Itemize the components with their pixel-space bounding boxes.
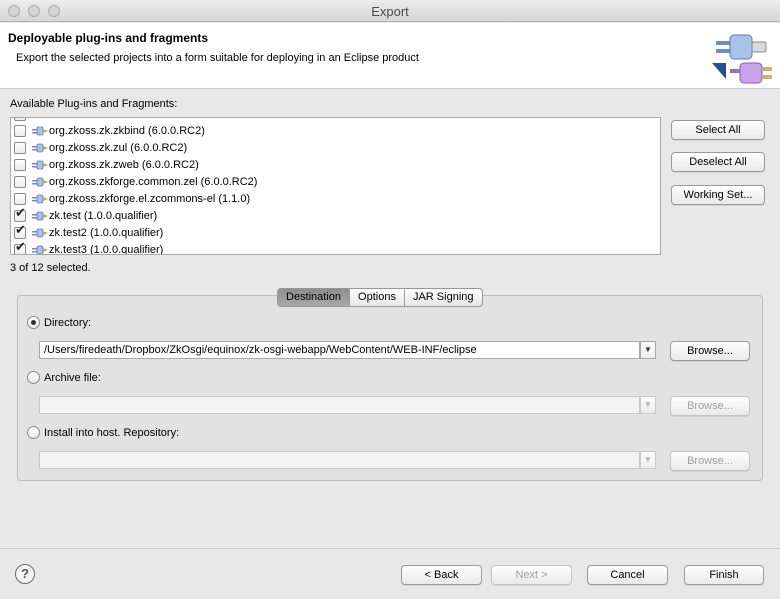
archive-dropdown-arrow[interactable]: ▼ — [640, 396, 656, 414]
plugin-icon — [32, 126, 48, 135]
list-item-label: org.zkoss.zkforge.common.zel (6.0.0.RC2) — [49, 175, 258, 188]
checkbox-checked[interactable]: ✔ — [14, 239, 26, 255]
list-item[interactable]: org.zkoss.zk.zweb (6.0.0.RC2) — [11, 156, 660, 173]
back-button[interactable]: < Back — [401, 565, 482, 585]
list-item[interactable]: ✔ zk.test2 (1.0.0.qualifier) — [11, 224, 660, 241]
install-repository-label: Install into host. Repository: — [44, 427, 180, 439]
working-set-button[interactable]: Working Set... — [671, 185, 765, 205]
list-item[interactable]: org.zkoss.zk.zkbind (6.0.0.RC2) — [11, 122, 660, 139]
list-item-label: zk.test2 (1.0.0.qualifier) — [49, 226, 164, 239]
list-item[interactable]: org.zkoss.zkforge.el.zcommons-el (1.1.0) — [11, 190, 660, 207]
tab-bar: Destination Options JAR Signing — [277, 288, 483, 307]
directory-combo[interactable]: /Users/firedeath/Dropbox/ZkOsgi/equinox/… — [39, 341, 640, 359]
plugin-list[interactable]: org.zkoss.zk.zkbind (6.0.0.RC2) org.zkos… — [10, 117, 661, 255]
next-button[interactable]: Next > — [491, 565, 572, 585]
list-item-label: zk.test (1.0.0.qualifier) — [49, 209, 158, 222]
window-titlebar: Export — [0, 0, 780, 22]
plugin-icon — [32, 143, 48, 152]
list-item[interactable]: ✔ zk.test3 (1.0.0.qualifier) — [11, 239, 660, 255]
check-mark-icon: ✔ — [15, 239, 26, 255]
radio-selected-dot — [31, 320, 36, 325]
select-all-button[interactable]: Select All — [671, 120, 765, 140]
directory-dropdown-arrow[interactable]: ▼ — [640, 341, 656, 359]
checkbox-checked[interactable]: ✔ — [14, 222, 26, 239]
checkbox[interactable] — [14, 141, 26, 154]
cancel-button[interactable]: Cancel — [587, 565, 668, 585]
repository-dropdown-arrow[interactable]: ▼ — [640, 451, 656, 469]
help-icon[interactable]: ? — [15, 564, 35, 584]
finish-button[interactable]: Finish — [684, 565, 764, 585]
directory-label: Directory: — [44, 317, 92, 329]
tab-options[interactable]: Options — [350, 289, 405, 306]
window-title: Export — [371, 4, 409, 19]
repository-browse-button[interactable]: Browse... — [670, 451, 750, 471]
plugin-icon — [32, 160, 48, 169]
list-item[interactable]: org.zkoss.zk.zul (6.0.0.RC2) — [11, 139, 660, 156]
check-mark-icon: ✔ — [15, 205, 26, 221]
deselect-all-button[interactable]: Deselect All — [671, 152, 765, 172]
repository-combo[interactable] — [39, 451, 640, 469]
list-item-label: zk.test3 (1.0.0.qualifier) — [49, 243, 164, 255]
checkbox[interactable] — [14, 118, 26, 121]
available-plugins-label: Available Plug-ins and Fragments: — [10, 98, 178, 110]
archive-file-radio[interactable] — [27, 371, 40, 384]
archive-file-combo[interactable] — [39, 396, 640, 414]
archive-browse-button[interactable]: Browse... — [670, 396, 750, 416]
checkbox-checked[interactable]: ✔ — [14, 205, 26, 222]
plugin-icon — [32, 228, 48, 237]
checkbox[interactable] — [14, 124, 26, 137]
list-item-label: org.zkoss.zk.zkbind (6.0.0.RC2) — [49, 124, 205, 137]
list-item[interactable]: ✔ zk.test (1.0.0.qualifier) — [11, 207, 660, 224]
install-repository-radio[interactable] — [27, 426, 40, 439]
footer-divider — [0, 548, 780, 549]
check-mark-icon: ✔ — [15, 222, 26, 238]
list-item-label: org.zkoss.zk.zweb (6.0.0.RC2) — [49, 158, 199, 171]
plugin-icon — [32, 177, 48, 186]
directory-browse-button[interactable]: Browse... — [670, 341, 750, 361]
plugin-export-icon — [712, 34, 772, 84]
selection-status: 3 of 12 selected. — [10, 262, 91, 274]
archive-file-label: Archive file: — [44, 372, 101, 384]
wizard-header: Deployable plug-ins and fragments Export… — [0, 23, 780, 89]
list-item-label: org.zkoss.zk.zul (6.0.0.RC2) — [49, 141, 188, 154]
list-item[interactable]: org.zkoss.zkforge.common.zel (6.0.0.RC2) — [11, 173, 660, 190]
list-item-label: org.zkoss.zkforge.el.zcommons-el (1.1.0) — [49, 192, 251, 205]
wizard-title: Deployable plug-ins and fragments — [8, 31, 209, 45]
tab-jar-signing[interactable]: JAR Signing — [405, 289, 482, 306]
plugin-icon — [32, 245, 48, 254]
plugin-icon — [32, 211, 48, 220]
directory-radio[interactable] — [27, 316, 40, 329]
checkbox[interactable] — [14, 158, 26, 171]
wizard-description: Export the selected projects into a form… — [16, 52, 419, 64]
plugin-icon — [32, 194, 48, 203]
tab-destination[interactable]: Destination — [278, 289, 351, 306]
checkbox[interactable] — [14, 192, 26, 205]
checkbox[interactable] — [14, 175, 26, 188]
